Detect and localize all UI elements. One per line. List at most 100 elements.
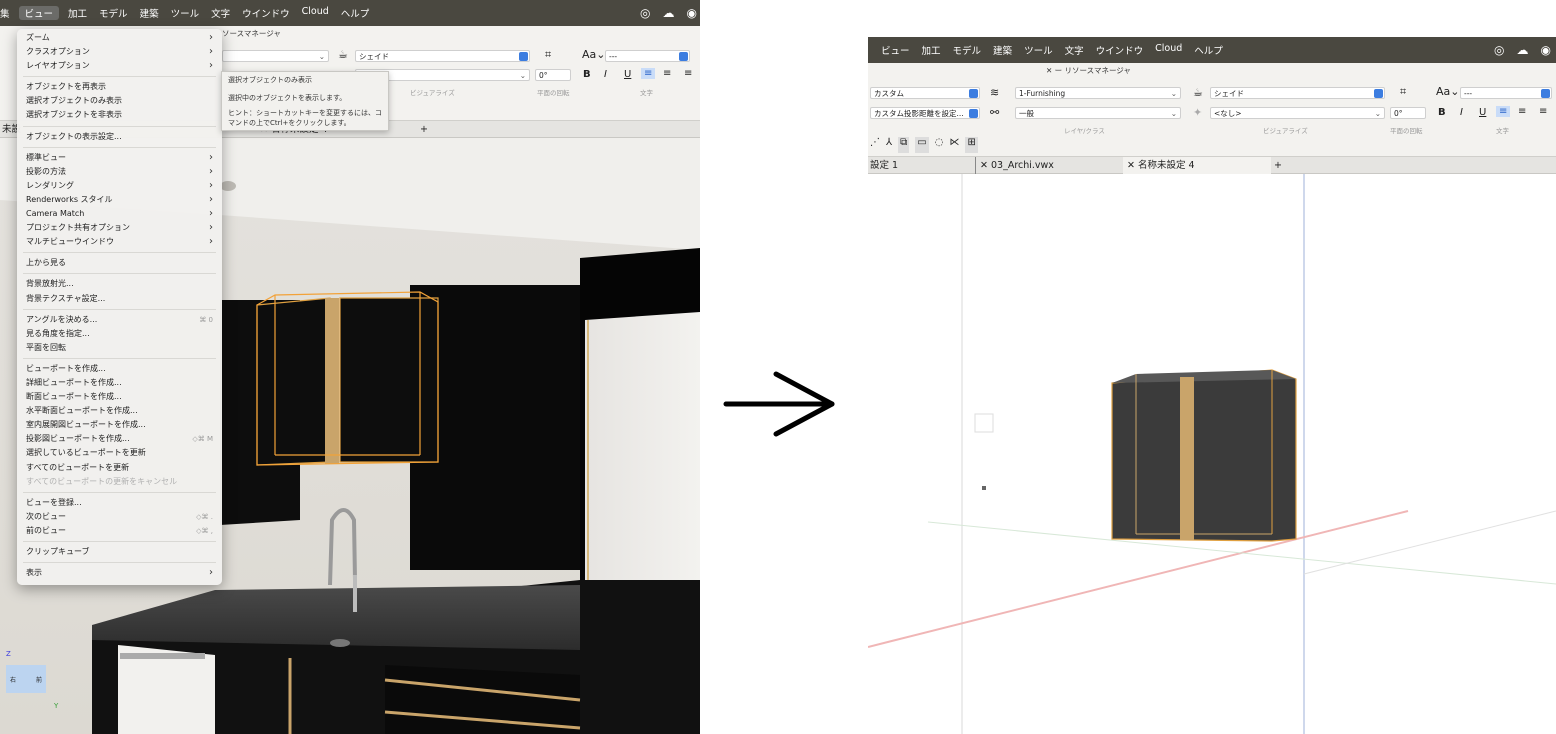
menu-item[interactable]: Renderworks スタイル › xyxy=(17,193,222,207)
menu-item[interactable]: 前のビュー ◇⌘ , xyxy=(17,524,222,538)
italic-button[interactable]: I xyxy=(1460,107,1463,118)
snap-icon[interactable]: ⋰ xyxy=(870,137,880,153)
class-select-field[interactable]: 一般 ⌄ xyxy=(1015,107,1181,119)
projection-distance-field[interactable]: カスタム投影距離を設定... xyxy=(870,107,980,119)
menu-item[interactable]: 背景テクスチャ設定... xyxy=(17,292,222,306)
menu-item[interactable]: 選択オブジェクトを非表示 xyxy=(17,108,222,122)
font-button[interactable]: Aa⌄ xyxy=(582,48,605,61)
menu-item[interactable]: アングルを決める... ⌘ 0 xyxy=(17,313,222,327)
menu-item[interactable]: 見る角度を指定... xyxy=(17,327,222,341)
axis-icon[interactable]: ⅄ xyxy=(886,137,892,153)
menu-architecture[interactable]: 建築 xyxy=(987,43,1018,57)
italic-button[interactable]: I xyxy=(604,69,607,80)
menu-view[interactable]: ビュー xyxy=(18,6,60,20)
view-cube[interactable]: 右 前 xyxy=(6,665,46,693)
align-center-button[interactable]: ≡ xyxy=(1518,106,1526,117)
menu-item[interactable]: 表示 › xyxy=(17,566,222,580)
menu-text[interactable]: 文字 xyxy=(205,6,236,20)
menu-help[interactable]: ヘルプ xyxy=(335,6,376,20)
menu-item[interactable]: すべてのビューポートを更新 xyxy=(17,461,222,475)
layer-field[interactable]: 1-Furnishing ⌄ xyxy=(1015,87,1181,99)
menu-text[interactable]: 文字 xyxy=(1059,43,1090,57)
creative-cloud-icon[interactable]: ◉ xyxy=(1540,43,1550,57)
menu-item[interactable]: 選択しているビューポートを更新 xyxy=(17,446,222,460)
plane-rotate-icon[interactable]: ⌗ xyxy=(1400,85,1406,99)
menu-item[interactable]: 室内展開図ビューポートを作成... xyxy=(17,418,222,432)
design-viewport[interactable] xyxy=(868,174,1556,734)
resource-manager-label[interactable]: ✕ ー リソースマネージャ xyxy=(1046,65,1131,76)
menu-item[interactable]: 断面ビューポートを作成... xyxy=(17,390,222,404)
menu-view[interactable]: ビュー xyxy=(875,43,916,57)
menu-process[interactable]: 加工 xyxy=(916,43,947,57)
creative-cloud-icon[interactable]: ◉ xyxy=(686,6,696,20)
menu-item[interactable]: 選択オブジェクトのみ表示 xyxy=(17,94,222,108)
lighting-icon[interactable]: ✦ xyxy=(1193,106,1202,119)
menu-item[interactable]: 投影の方法 › xyxy=(17,165,222,179)
sync-icon[interactable]: ◎ xyxy=(1494,43,1504,57)
underline-button[interactable]: U xyxy=(624,69,631,80)
menu-item[interactable]: オブジェクトの表示設定... xyxy=(17,130,222,144)
menu-cloud[interactable]: Cloud xyxy=(1149,43,1188,57)
class-field[interactable]: ⌄ xyxy=(222,50,329,62)
render-teapot-icon[interactable]: ☕ xyxy=(338,48,348,61)
tab-add-button[interactable]: + xyxy=(1274,157,1282,174)
rect-select-icon[interactable]: ▭ xyxy=(915,137,929,153)
menu-item[interactable]: クラスオプション › xyxy=(17,45,222,59)
polygon-select-icon[interactable]: ⋉ xyxy=(949,137,959,153)
font-button[interactable]: Aa⌄ xyxy=(1436,85,1459,98)
menu-item[interactable]: 水平断面ビューポートを作成... xyxy=(17,404,222,418)
options-icon[interactable]: ⊞ xyxy=(965,137,978,153)
lighting-field[interactable]: <なし> ⌄ xyxy=(1210,107,1385,119)
menu-item[interactable]: レンダリング › xyxy=(17,179,222,193)
menu-item[interactable]: 背景放射光... xyxy=(17,277,222,291)
menu-partial[interactable]: 集 xyxy=(0,6,16,20)
menu-item[interactable]: プロジェクト共有オプション › xyxy=(17,221,222,235)
tab-settings-1[interactable]: 設定 1 xyxy=(870,157,898,174)
menu-tools[interactable]: ツール xyxy=(165,6,206,20)
menu-item[interactable]: 次のビュー ◇⌘ . xyxy=(17,510,222,524)
menu-item[interactable]: Camera Match › xyxy=(17,207,222,221)
tab-archi-file[interactable]: ✕ 03_Archi.vwx xyxy=(975,157,1054,174)
menu-cloud[interactable]: Cloud xyxy=(296,6,335,20)
menu-item[interactable]: オブジェクトを再表示 xyxy=(17,80,222,94)
menu-help[interactable]: ヘルプ xyxy=(1188,43,1229,57)
align-center-button[interactable]: ≡ xyxy=(663,68,671,79)
align-right-button[interactable]: ≡ xyxy=(1539,106,1547,117)
menu-window[interactable]: ウインドウ xyxy=(1090,43,1150,57)
menu-item[interactable]: 平面を回転 xyxy=(17,341,222,355)
bold-button[interactable]: B xyxy=(1438,107,1446,118)
menu-item[interactable]: ビューを登録... xyxy=(17,496,222,510)
menu-item[interactable]: ズーム › xyxy=(17,31,222,45)
menu-architecture[interactable]: 建築 xyxy=(134,6,165,20)
tab-untitled-4[interactable]: ✕ 名称未設定 4 xyxy=(1123,157,1271,174)
cloud-icon[interactable]: ☁ xyxy=(662,6,674,20)
tab-add-button[interactable]: + xyxy=(420,121,428,138)
menu-model[interactable]: モデル xyxy=(947,43,988,57)
align-right-button[interactable]: ≡ xyxy=(684,68,692,79)
menu-item[interactable]: レイヤオプション › xyxy=(17,59,222,73)
text-style-field[interactable]: --- xyxy=(605,50,690,62)
menu-item[interactable]: ビューポートを作成... xyxy=(17,362,222,376)
menu-window[interactable]: ウインドウ xyxy=(236,6,296,20)
menu-item[interactable]: クリップキューブ xyxy=(17,545,222,559)
menu-item[interactable]: 投影図ビューポートを作成... ◇⌘ M xyxy=(17,432,222,446)
layer-icon[interactable]: ≋ xyxy=(990,86,999,99)
text-style-field[interactable]: --- xyxy=(1460,87,1552,99)
align-left-button[interactable]: ≡ xyxy=(1496,106,1511,117)
align-left-button[interactable]: ≡ xyxy=(641,68,656,79)
resource-manager-label[interactable]: ソースマネージャ xyxy=(222,28,281,39)
render-mode-field[interactable]: シェイド xyxy=(1210,87,1385,99)
menu-item[interactable]: 上から見る xyxy=(17,256,222,270)
menu-model[interactable]: モデル xyxy=(93,6,134,20)
class-icon[interactable]: ⚯ xyxy=(990,106,999,119)
class-field[interactable]: カスタム xyxy=(870,87,980,99)
menu-item[interactable]: 詳細ビューポートを作成... xyxy=(17,376,222,390)
group-icon[interactable]: ⧉ xyxy=(898,137,910,153)
bold-button[interactable]: B xyxy=(583,69,591,80)
plane-rotate-icon[interactable]: ⌗ xyxy=(545,48,551,62)
rotation-angle-field[interactable]: 0° xyxy=(535,69,571,81)
render-mode-field[interactable]: シェイド xyxy=(355,50,530,62)
menu-tools[interactable]: ツール xyxy=(1018,43,1059,57)
menu-process[interactable]: 加工 xyxy=(62,6,93,20)
menu-item[interactable]: マルチビューウインドウ › xyxy=(17,235,222,249)
